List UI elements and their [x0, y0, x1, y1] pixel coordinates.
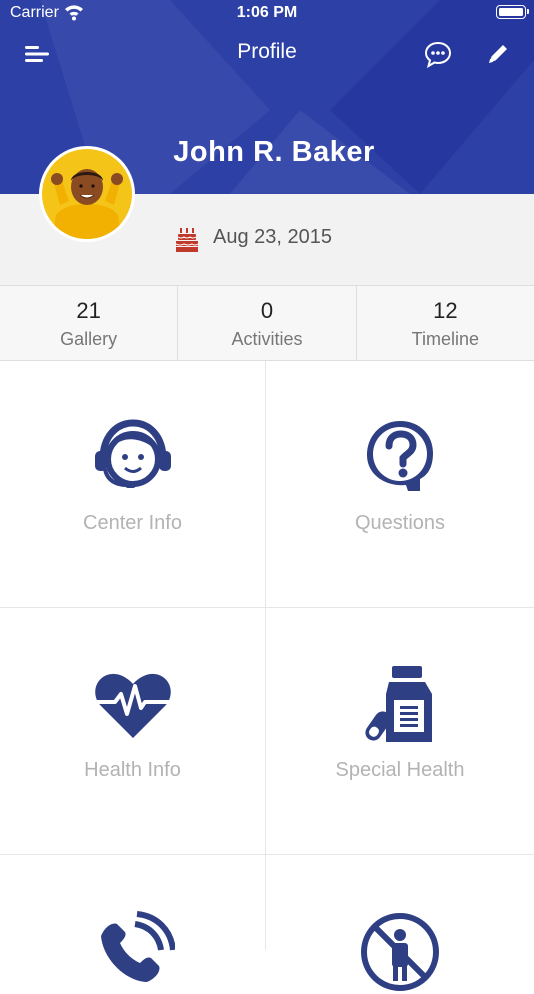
tile-center-info-label: Center Info [83, 512, 182, 534]
stat-gallery[interactable]: 21 Gallery [0, 286, 179, 360]
stat-gallery-label: Gallery [60, 329, 118, 349]
pencil-icon [489, 45, 507, 63]
birthdate: Aug 23, 2015 [213, 226, 332, 248]
stat-gallery-count: 21 [76, 298, 101, 323]
edit-button[interactable] [484, 40, 512, 68]
page-title: Profile [237, 40, 297, 63]
phone-icon [100, 911, 175, 982]
question-head-icon [367, 421, 433, 491]
battery-icon [496, 5, 529, 19]
menu-grid: Center Info Questions Health Info Specia… [0, 361, 534, 991]
headset-agent-icon [94, 419, 171, 488]
tile-center-info[interactable]: Center Info [0, 361, 266, 608]
tile-health-info[interactable]: Health Info [0, 608, 266, 855]
stat-timeline-label: Timeline [411, 329, 479, 349]
birthday-cake-icon [175, 228, 199, 252]
tile-special-health-label: Special Health [335, 759, 465, 781]
stats-bar: 21 Gallery 0 Activities 12 Timeline [0, 285, 534, 361]
chat-bubble-icon [424, 41, 452, 69]
stat-activities-label: Activities [231, 329, 303, 349]
chat-button[interactable] [423, 40, 453, 70]
stat-timeline[interactable]: 12 Timeline [357, 286, 534, 360]
tile-special-health[interactable]: Special Health [266, 608, 534, 855]
tile-contact[interactable] [0, 855, 266, 982]
medicine-bottle-icon [365, 666, 432, 742]
tile-questions[interactable]: Questions [266, 361, 534, 608]
no-entry-person-icon [361, 913, 439, 991]
tile-questions-label: Questions [354, 512, 446, 534]
tile-restrictions[interactable] [266, 855, 534, 991]
stat-activities[interactable]: 0 Activities [178, 286, 357, 360]
status-bar: Carrier 1:06 PM [0, 0, 534, 28]
stat-activities-count: 0 [260, 298, 274, 323]
stat-timeline-count: 12 [433, 298, 458, 323]
status-time: 1:06 PM [236, 4, 298, 21]
tile-health-info-label: Health Info [84, 759, 181, 781]
avatar-photo [42, 149, 132, 239]
heart-pulse-icon [94, 673, 171, 738]
avatar[interactable] [39, 146, 135, 242]
